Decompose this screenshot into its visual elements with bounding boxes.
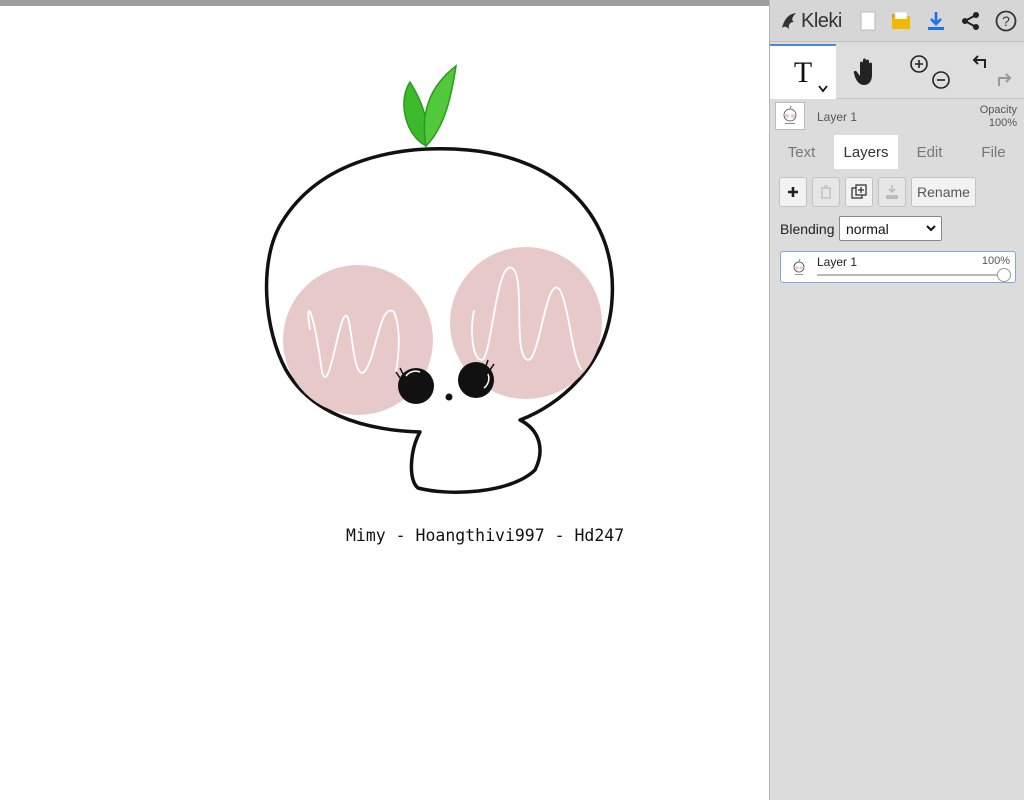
tool-row: T [770,44,1024,99]
open-folder-icon [892,12,910,29]
duplicate-layer-button[interactable] [845,177,873,207]
side-panel: Kleki ? T Layer 1 Opacity 100% Text Laye… [769,0,1024,800]
kleki-logo-icon [782,13,796,29]
undo-redo-buttons [960,44,1024,99]
layer-thumbnail [775,102,805,130]
layer-item-thumbnail [793,258,805,275]
undo-redo-icons [972,54,1011,86]
hand-tool-button[interactable] [836,44,898,99]
drawing-canvas[interactable]: Mimy - Hoangthivi997 - Hd247 [0,6,770,800]
undo-icon [972,54,986,68]
layer-item-name: Layer 1 [817,255,858,269]
layer-opacity-slider-knob[interactable] [997,268,1011,282]
download-icon [928,12,944,30]
add-layer-button[interactable] [779,177,807,207]
hand-icon [853,58,872,85]
current-layer-info: Layer 1 Opacity 100% [770,99,1024,135]
layer-opacity-readout: Opacity 100% [980,104,1017,130]
plus-icon [788,187,798,197]
opacity-label: Opacity [979,104,1017,116]
help-icon: ? [995,10,1017,32]
rename-layer-button[interactable]: Rename [911,177,976,207]
drawing-artwork [264,64,615,494]
zoom-in-icon [910,54,928,73]
new-file-icon [860,11,876,31]
layer-item-opacity: 100% [981,255,1010,267]
panel-tabs: Text Layers Edit File [770,135,1024,169]
zoom-icons [910,54,950,89]
layer-list-item[interactable]: Layer 1 100% [780,251,1016,283]
opacity-value: 100% [988,117,1017,129]
blending-value: normal [846,220,889,237]
tab-file[interactable]: File [962,135,1024,169]
zoom-out-icon [932,70,950,89]
blending-label: Blending [780,221,835,237]
duplicate-icon [851,184,867,199]
text-tool-icon: T [793,55,813,89]
open-file-button[interactable] [886,6,916,36]
layer-opacity-slider[interactable] [817,274,1005,276]
download-button[interactable] [921,6,951,36]
app-name: Kleki [801,9,842,32]
delete-layer-button[interactable] [812,177,840,207]
merge-down-button[interactable] [878,177,906,207]
artwork-signature: Mimy - Hoangthivi997 - Hd247 [346,526,625,545]
nose [445,393,453,401]
redo-icon [997,72,1011,86]
svg-text:?: ? [1002,13,1010,29]
tab-edit[interactable]: Edit [898,135,961,169]
app-logo: Kleki [778,8,842,34]
sprout-right-leaf [423,64,458,148]
trash-icon [821,185,831,199]
sprout-left-leaf [403,80,428,148]
layers-tab-body: Rename Blending normal Layer 1 100% [770,169,1024,800]
blending-select[interactable]: normal [839,216,942,241]
tab-layers[interactable]: Layers [834,135,898,169]
panel-top-bar: Kleki ? [770,0,1024,42]
new-file-button[interactable] [853,6,883,36]
text-tool-button[interactable]: T [770,44,836,99]
chevron-down-icon [818,85,828,93]
zoom-buttons [898,44,960,99]
merge-down-icon [886,185,898,199]
tab-text[interactable]: Text [770,135,833,169]
current-layer-name: Layer 1 [817,110,858,124]
share-button[interactable] [956,6,986,36]
chevron-down-icon [926,225,936,232]
help-button[interactable]: ? [991,6,1021,36]
share-icon [962,12,979,30]
